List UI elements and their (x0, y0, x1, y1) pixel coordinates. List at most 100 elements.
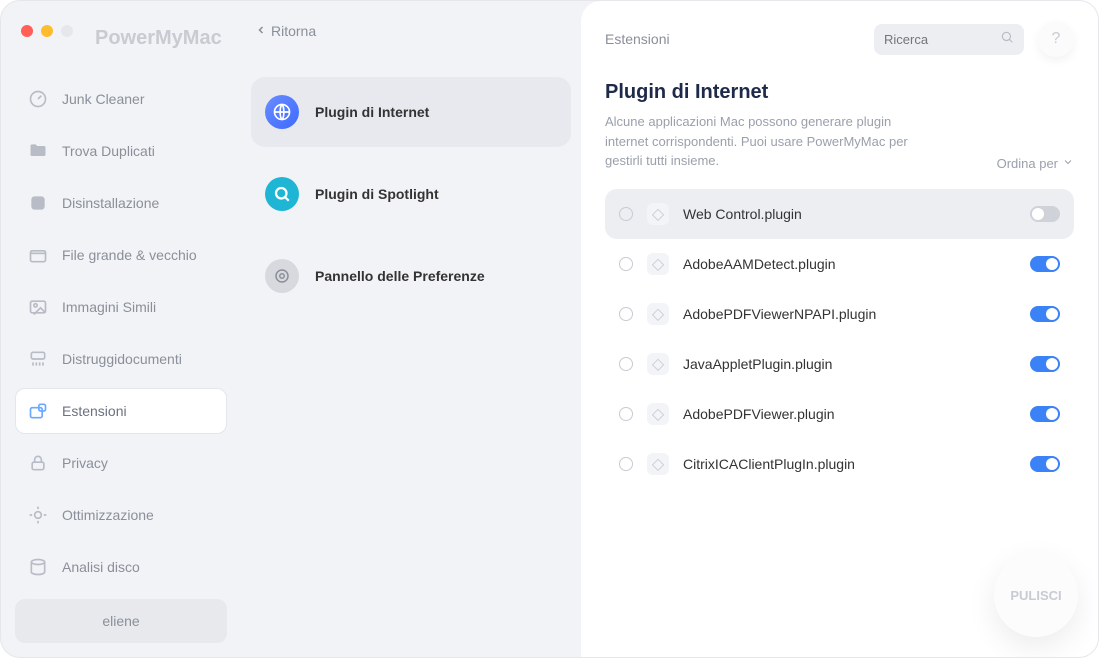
select-radio[interactable] (619, 307, 633, 321)
select-radio[interactable] (619, 407, 633, 421)
sidebar-item-label: Ottimizzazione (62, 507, 154, 523)
folder-icon (28, 141, 48, 161)
plugin-name: AdobeAAMDetect.plugin (683, 256, 1016, 272)
sidebar-item-label: File grande & vecchio (62, 247, 197, 263)
plugin-list: ◇ Web Control.plugin ◇ AdobeAAMDetect.pl… (605, 189, 1074, 489)
rocket-icon (28, 505, 48, 525)
plugin-name: JavaAppletPlugin.plugin (683, 356, 1016, 372)
plugin-row[interactable]: ◇ JavaAppletPlugin.plugin (605, 339, 1074, 389)
detail-panel: Estensioni ? Plugin di Internet Alcune a… (581, 1, 1098, 657)
select-radio[interactable] (619, 207, 633, 221)
sidebar-item-similar-images[interactable]: Immagini Simili (15, 284, 227, 330)
plugin-name: AdobePDFViewer.plugin (683, 406, 1016, 422)
sidebar-item-label: Distruggidocumenti (62, 351, 182, 367)
plugin-row[interactable]: ◇ AdobePDFViewer.plugin (605, 389, 1074, 439)
sidebar: PowerMyMac Junk Cleaner Trova Duplicati … (1, 1, 241, 657)
plugin-row[interactable]: ◇ AdobeAAMDetect.plugin (605, 239, 1074, 289)
sidebar-item-privacy[interactable]: Privacy (15, 440, 227, 486)
clean-button[interactable]: PULISCI (994, 553, 1078, 637)
select-radio[interactable] (619, 357, 633, 371)
sort-button[interactable]: Ordina per (997, 156, 1074, 171)
sidebar-nav: Junk Cleaner Trova Duplicati Disinstalla… (15, 76, 227, 590)
plugin-icon: ◇ (647, 353, 669, 375)
enable-toggle[interactable] (1030, 206, 1060, 222)
plugin-row[interactable]: ◇ AdobePDFViewerNPAPI.plugin (605, 289, 1074, 339)
sidebar-item-label: Estensioni (62, 403, 127, 419)
breadcrumb: Estensioni (605, 31, 670, 47)
sort-label: Ordina per (997, 156, 1058, 171)
chevron-left-icon (255, 23, 267, 39)
close-window-button[interactable] (21, 25, 33, 37)
enable-toggle[interactable] (1030, 406, 1060, 422)
image-icon (28, 297, 48, 317)
extension-icon (28, 401, 48, 421)
plugin-icon: ◇ (647, 453, 669, 475)
sidebar-item-uninstall[interactable]: Disinstallazione (15, 180, 227, 226)
user-name: eliene (102, 613, 139, 629)
sidebar-item-disk-analysis[interactable]: Analisi disco (15, 544, 227, 590)
sidebar-item-duplicates[interactable]: Trova Duplicati (15, 128, 227, 174)
select-radio[interactable] (619, 457, 633, 471)
plugin-row[interactable]: ◇ CitrixICAClientPlugIn.plugin (605, 439, 1074, 489)
category-label: Plugin di Internet (315, 104, 429, 120)
app-icon (28, 193, 48, 213)
category-column: Ritorna Plugin di Internet Plugin di Spo… (241, 1, 581, 657)
enable-toggle[interactable] (1030, 456, 1060, 472)
enable-toggle[interactable] (1030, 356, 1060, 372)
category-internet-plugins[interactable]: Plugin di Internet (251, 77, 571, 147)
plugin-name: AdobePDFViewerNPAPI.plugin (683, 306, 1016, 322)
category-label: Plugin di Spotlight (315, 186, 439, 202)
sidebar-item-extensions[interactable]: Estensioni (15, 388, 227, 434)
page-title: Plugin di Internet (605, 81, 925, 104)
detail-content: Plugin di Internet Alcune applicazioni M… (581, 65, 1098, 505)
plugin-icon: ◇ (647, 253, 669, 275)
plugin-icon: ◇ (647, 303, 669, 325)
plugin-name: Web Control.plugin (683, 206, 1016, 222)
gear-icon (265, 259, 299, 293)
shredder-icon (28, 349, 48, 369)
plugin-row[interactable]: ◇ Web Control.plugin (605, 189, 1074, 239)
page-subtitle: Alcune applicazioni Mac possono generare… (605, 112, 925, 171)
sidebar-item-label: Analisi disco (62, 559, 140, 575)
enable-toggle[interactable] (1030, 306, 1060, 322)
minimize-window-button[interactable] (41, 25, 53, 37)
clean-label: PULISCI (1010, 588, 1061, 603)
help-button[interactable]: ? (1038, 21, 1074, 57)
sidebar-item-label: Privacy (62, 455, 108, 471)
plugin-icon: ◇ (647, 403, 669, 425)
lock-icon (28, 453, 48, 473)
gauge-icon (28, 89, 48, 109)
category-label: Pannello delle Preferenze (315, 268, 485, 284)
category-spotlight-plugins[interactable]: Plugin di Spotlight (251, 159, 571, 229)
plugin-name: CitrixICAClientPlugIn.plugin (683, 456, 1016, 472)
chevron-down-icon (1062, 156, 1074, 171)
app-window: PowerMyMac Junk Cleaner Trova Duplicati … (0, 0, 1099, 658)
category-list: Plugin di Internet Plugin di Spotlight P… (251, 77, 571, 311)
search-box[interactable] (874, 24, 1024, 55)
help-label: ? (1052, 30, 1061, 48)
search-icon (1000, 30, 1014, 49)
user-pill[interactable]: eliene (15, 599, 227, 643)
sidebar-item-junk-cleaner[interactable]: Junk Cleaner (15, 76, 227, 122)
app-brand: PowerMyMac (95, 27, 227, 50)
disk-icon (28, 557, 48, 577)
detail-header: Estensioni ? (581, 21, 1098, 65)
enable-toggle[interactable] (1030, 256, 1060, 272)
back-button[interactable]: Ritorna (251, 15, 571, 47)
plugin-icon: ◇ (647, 203, 669, 225)
sidebar-item-optimization[interactable]: Ottimizzazione (15, 492, 227, 538)
sidebar-item-large-old[interactable]: File grande & vecchio (15, 232, 227, 278)
search-icon (265, 177, 299, 211)
sidebar-item-label: Junk Cleaner (62, 91, 145, 107)
sidebar-item-shredder[interactable]: Distruggidocumenti (15, 336, 227, 382)
sidebar-item-label: Trova Duplicati (62, 143, 155, 159)
search-input[interactable] (884, 32, 992, 47)
globe-icon (265, 95, 299, 129)
maximize-window-button[interactable] (61, 25, 73, 37)
back-label: Ritorna (271, 23, 316, 39)
select-radio[interactable] (619, 257, 633, 271)
category-preference-panes[interactable]: Pannello delle Preferenze (251, 241, 571, 311)
sidebar-item-label: Disinstallazione (62, 195, 159, 211)
box-icon (28, 245, 48, 265)
sidebar-item-label: Immagini Simili (62, 299, 156, 315)
